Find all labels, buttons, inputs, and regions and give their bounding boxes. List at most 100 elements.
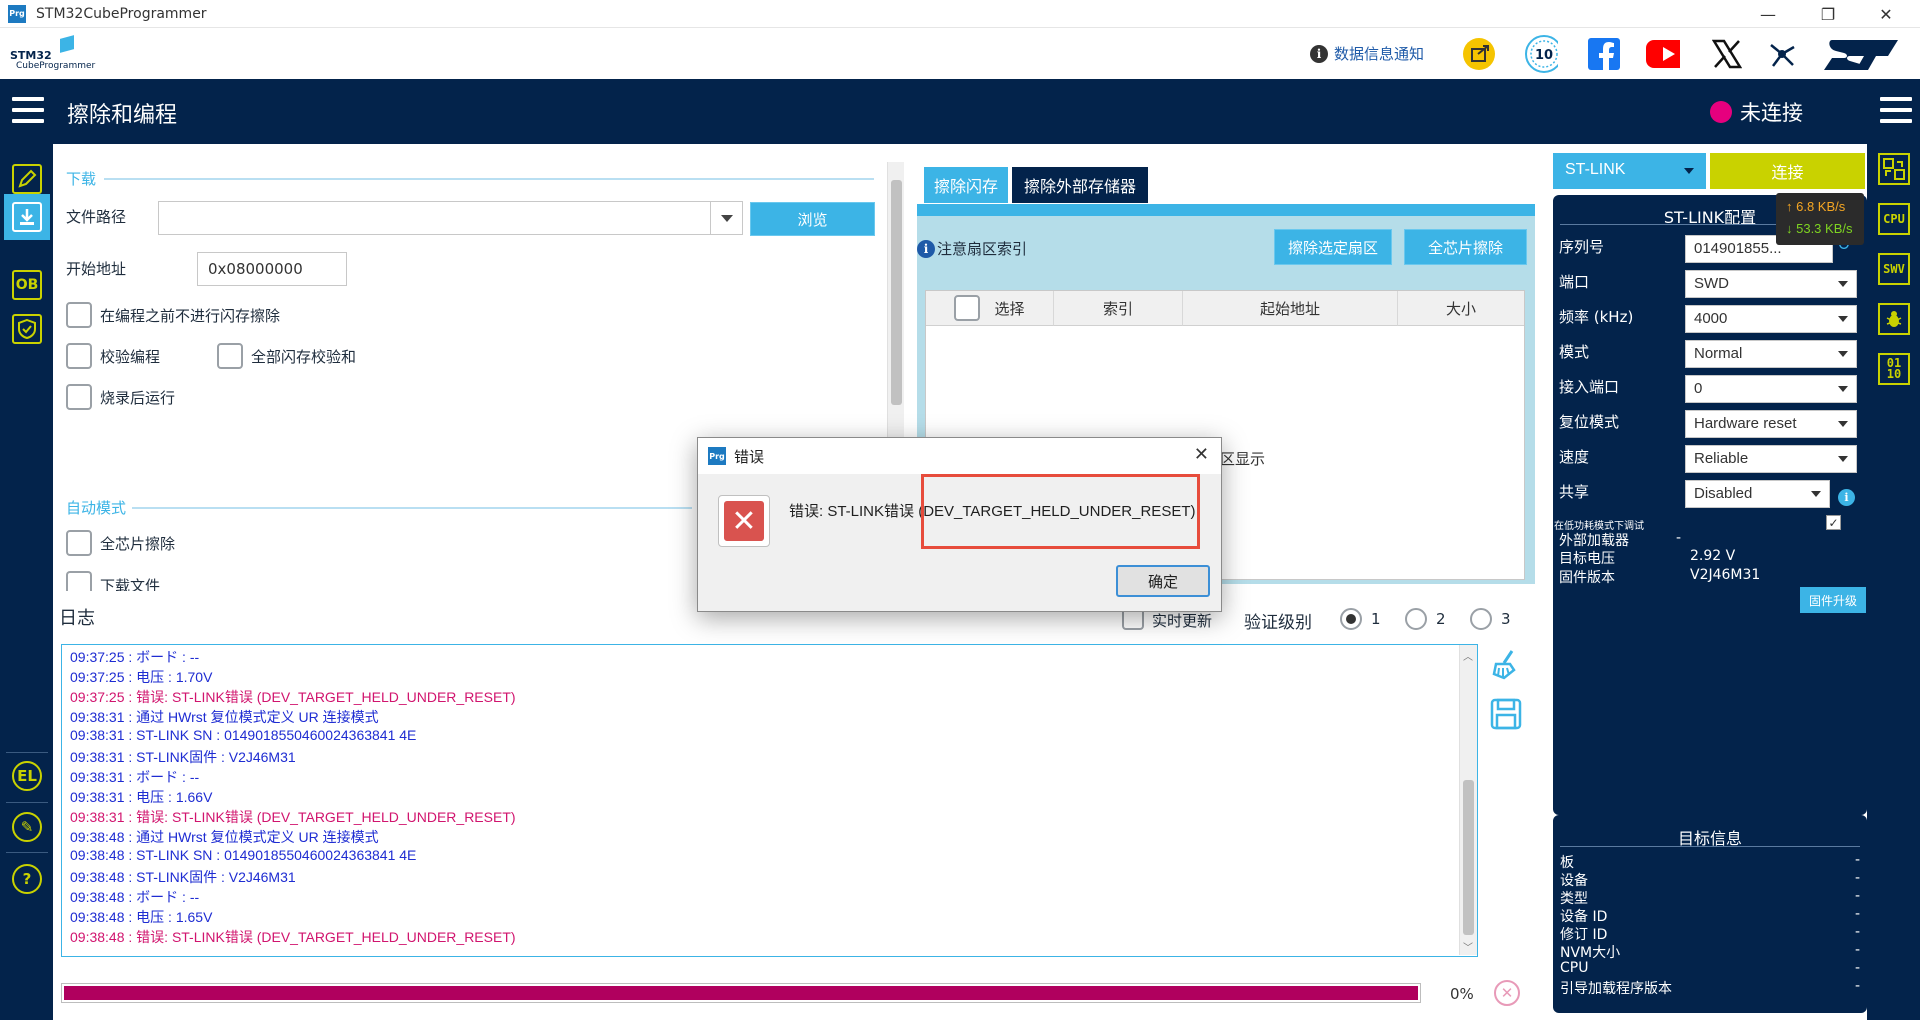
- x-twitter-icon[interactable]: [1710, 37, 1744, 71]
- target-row-label: 设备: [1560, 873, 1588, 889]
- target-row-label: 修订 ID: [1560, 927, 1608, 943]
- restore-button[interactable]: ❐: [1804, 0, 1852, 28]
- frequency-select[interactable]: 4000: [1685, 305, 1857, 333]
- security-shield-icon[interactable]: [8, 310, 46, 348]
- left-sidebar: OB EL ✎ ?: [0, 144, 53, 1020]
- browse-button[interactable]: 浏览: [750, 202, 875, 236]
- log-output[interactable]: 09:37:25 : ボード : -- 09:37:25 : 电压 : 1.70V…: [61, 644, 1478, 957]
- nav-divider: [6, 752, 48, 753]
- start-address-input[interactable]: 0x08000000: [197, 252, 347, 286]
- auto-full-chip-erase-label: 全芯片擦除: [100, 535, 176, 553]
- tools-icon[interactable]: ✎: [8, 808, 46, 846]
- file-path-dropdown[interactable]: [710, 202, 742, 234]
- shared-info-icon[interactable]: i: [1838, 489, 1855, 506]
- start-address-label: 开始地址: [66, 260, 127, 278]
- bug-debug-icon[interactable]: [1875, 300, 1913, 338]
- external-loader-label: 外部加载器: [1559, 533, 1629, 549]
- full-flash-checksum-checkbox[interactable]: [217, 343, 243, 369]
- low-power-debug-checkbox[interactable]: ✓: [1826, 515, 1841, 530]
- share-icon[interactable]: [1462, 37, 1496, 71]
- scrollbar-thumb[interactable]: [891, 180, 902, 405]
- error-code-highlight: [921, 474, 1200, 549]
- file-path-input[interactable]: [158, 201, 743, 235]
- clear-log-broom-icon[interactable]: [1490, 648, 1522, 680]
- title-bar: Prg STM32CubeProgrammer — ❐ ✕: [0, 0, 1920, 28]
- verbosity-radio-1[interactable]: [1340, 608, 1362, 630]
- swap-view-icon[interactable]: [1875, 150, 1913, 188]
- data-notice-link[interactable]: i 数据信息通知: [1310, 43, 1424, 64]
- log-scrollbar[interactable]: ︿ ﹀: [1459, 645, 1477, 955]
- tab-erase-flash[interactable]: 擦除闪存: [924, 167, 1008, 203]
- column-select[interactable]: 选择: [926, 291, 1054, 326]
- automatic-mode-section-title: 自动模式: [66, 499, 127, 517]
- cpu-icon[interactable]: CPU: [1875, 200, 1913, 238]
- mode-select[interactable]: Normal: [1685, 340, 1857, 368]
- tab-erase-external-memory[interactable]: 擦除外部存储器: [1012, 167, 1148, 203]
- menu-icon[interactable]: [12, 97, 44, 125]
- connection-status-label: 未连接: [1740, 101, 1803, 125]
- app-window: Prg STM32CubeProgrammer — ❐ ✕ STM32 Cube…: [0, 0, 1920, 1020]
- right-sidebar: CPU SWV 01 10: [1867, 144, 1920, 1020]
- column-index[interactable]: 索引: [1054, 291, 1183, 326]
- shared-select[interactable]: Disabled: [1685, 480, 1830, 508]
- dialog-title-bar: Prg 错误 ✕: [698, 438, 1221, 474]
- youtube-icon[interactable]: [1646, 37, 1680, 71]
- scroll-down-icon[interactable]: ﹀: [1463, 939, 1473, 954]
- upload-speed: ↑ 6.8 KB/s: [1786, 199, 1846, 214]
- verify-programming-checkbox[interactable]: [66, 343, 92, 369]
- log-title: 日志: [59, 608, 95, 629]
- verbosity-level-2: 2: [1436, 610, 1446, 628]
- dialog-close-icon[interactable]: ✕: [1194, 444, 1209, 465]
- minimize-button[interactable]: —: [1744, 0, 1792, 28]
- log-line: 09:38:31 : ボード : --: [70, 769, 200, 785]
- external-loader-value: -: [1676, 530, 1682, 546]
- ok-button[interactable]: 确定: [1116, 565, 1210, 597]
- app-icon: Prg: [8, 4, 26, 23]
- scroll-up-icon[interactable]: ︿: [1463, 648, 1473, 663]
- column-size[interactable]: 大小: [1398, 291, 1524, 326]
- target-row-nvm-size: NVM大小 -: [1560, 942, 1860, 962]
- anniversary-badge-icon[interactable]: 10: [1524, 35, 1558, 73]
- reset-mode-select[interactable]: Hardware reset: [1685, 410, 1857, 438]
- progress-percent: 0%: [1450, 985, 1474, 1003]
- access-port-value: 0: [1694, 380, 1703, 397]
- target-row-type: 类型 -: [1560, 888, 1860, 908]
- connect-button[interactable]: 连接: [1710, 153, 1865, 189]
- cube-icon: [60, 35, 74, 53]
- community-network-icon[interactable]: [1765, 37, 1799, 71]
- erase-selected-sectors-button[interactable]: 擦除选定扇区: [1274, 229, 1392, 265]
- run-after-programming-checkbox[interactable]: [66, 384, 92, 410]
- access-port-select[interactable]: 0: [1685, 375, 1857, 403]
- firmware-upgrade-button[interactable]: 固件升级: [1800, 587, 1866, 613]
- log-line: 09:38:31 : 通过 HWrst 复位模式定义 UR 连接模式: [70, 709, 379, 725]
- interface-select[interactable]: ST-LINK: [1553, 153, 1706, 189]
- option-bytes-icon[interactable]: OB: [8, 266, 46, 304]
- save-log-icon[interactable]: [1490, 698, 1522, 730]
- log-scrollbar-thumb[interactable]: [1463, 780, 1474, 935]
- port-select[interactable]: SWD: [1685, 270, 1857, 298]
- speed-select[interactable]: Reliable: [1685, 445, 1857, 473]
- log-line: 09:38:31 : ST-LINK SN : 0149018550460024…: [70, 727, 417, 743]
- error-icon: ✕: [718, 495, 770, 547]
- help-icon[interactable]: ?: [8, 860, 46, 898]
- column-start-address[interactable]: 起始地址: [1183, 291, 1398, 326]
- download-file-checkbox[interactable]: [66, 571, 92, 591]
- auto-full-chip-erase-checkbox[interactable]: [66, 530, 92, 556]
- close-window-button[interactable]: ✕: [1862, 0, 1910, 28]
- speed-value: Reliable: [1694, 450, 1749, 467]
- full-chip-erase-button[interactable]: 全芯片擦除: [1404, 229, 1527, 265]
- facebook-icon[interactable]: [1587, 37, 1621, 71]
- right-menu-icon[interactable]: [1880, 97, 1912, 125]
- skip-flash-erase-checkbox[interactable]: [66, 302, 92, 328]
- erase-program-icon[interactable]: [4, 194, 50, 240]
- port-value: SWD: [1694, 275, 1729, 292]
- swv-icon[interactable]: SWV: [1875, 250, 1913, 288]
- el-icon[interactable]: EL: [8, 757, 46, 795]
- verbosity-radio-3[interactable]: [1470, 608, 1492, 630]
- cancel-progress-icon[interactable]: ✕: [1494, 980, 1520, 1006]
- verbosity-radio-2[interactable]: [1405, 608, 1427, 630]
- binary-data-icon[interactable]: 01 10: [1875, 350, 1913, 388]
- sector-index-note-label: 注意扇区索引: [937, 240, 1028, 258]
- memory-edit-icon[interactable]: [8, 160, 46, 198]
- select-all-checkbox[interactable]: [954, 295, 981, 321]
